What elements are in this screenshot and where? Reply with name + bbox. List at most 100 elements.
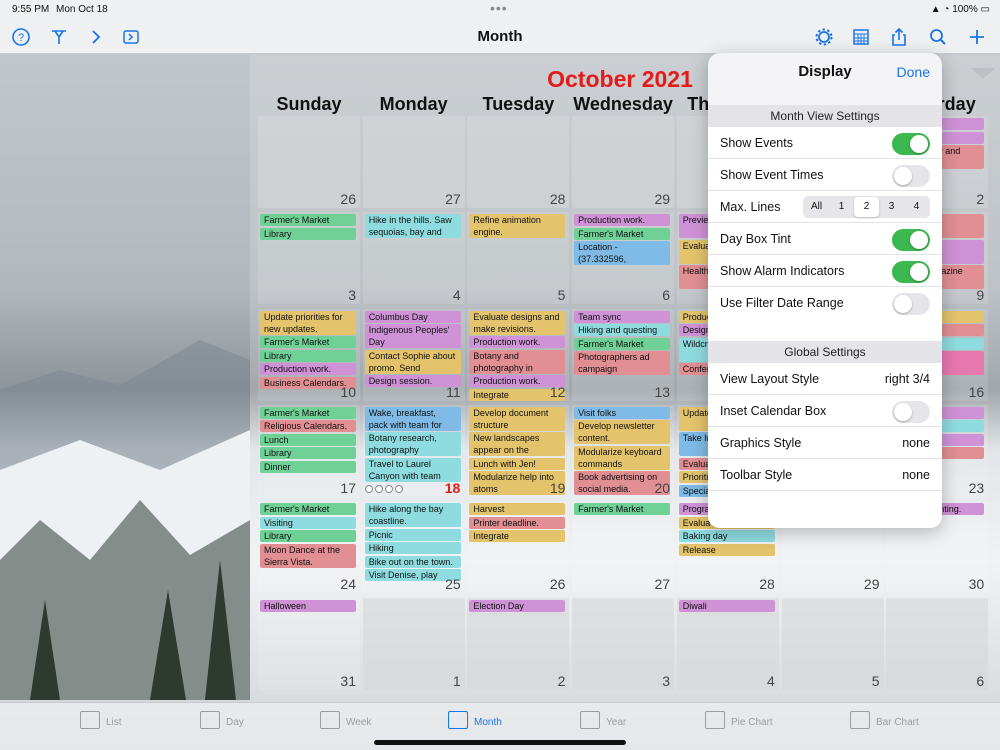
calendar-event[interactable]: Hiking (364, 542, 461, 555)
day-cell[interactable]: Wake, breakfast, pack with team for Botan… (362, 404, 465, 497)
day-cell[interactable]: 29 (572, 116, 675, 208)
share-icon[interactable] (888, 26, 910, 48)
gear-icon[interactable] (813, 26, 835, 48)
day-cell[interactable]: Hike in the hills. Saw sequoias, bay and… (362, 212, 465, 305)
calendar-event[interactable]: Visiting (260, 516, 356, 529)
calendar-event[interactable]: Farmer's Market (574, 337, 671, 350)
calendar-event[interactable]: Baking day (678, 530, 775, 543)
calendar-event[interactable]: Columbus Day (364, 310, 461, 323)
day-cell[interactable]: Production work. Farmer's Market Location … (572, 212, 675, 305)
max-lines-option[interactable]: 3 (879, 197, 904, 217)
max-lines-option[interactable]: 4 (904, 197, 929, 217)
day-cell[interactable]: Harvest Printer deadline. Integrate 26 (467, 501, 570, 594)
calendar-event[interactable]: Diwali (678, 599, 775, 612)
max-lines-option[interactable]: All (804, 197, 829, 217)
calendar-event[interactable]: Production work. (469, 336, 566, 349)
calendar-event[interactable]: Farmer's Market (260, 336, 356, 349)
calendar-event[interactable]: Travel to Laurel Canyon with team (364, 457, 461, 482)
calendar-event[interactable]: Election Day (469, 599, 566, 612)
calendar-event[interactable]: Team sync (574, 310, 671, 323)
day-cell[interactable]: Halloween 31 (258, 597, 360, 690)
day-cell[interactable]: Evaluate designs and make revisions. Prod… (467, 308, 570, 401)
day-cell[interactable]: 1 (362, 597, 465, 690)
calendar-event[interactable]: Hiking and questing (574, 324, 671, 337)
calendar-event[interactable]: Photographers ad campaign (574, 351, 671, 376)
calendar-event[interactable]: Lunch (260, 433, 356, 446)
dropdown-triangle-icon[interactable] (971, 68, 995, 79)
calendar-event[interactable]: Botany and photography in (469, 349, 566, 374)
calendar-event[interactable]: Farmer's Market (260, 214, 356, 227)
search-icon[interactable] (927, 26, 949, 48)
day-cell[interactable]: 27 (362, 116, 465, 208)
calendar-event[interactable]: Indigenous Peoples' Day (364, 324, 461, 349)
show-alarm-toggle[interactable] (892, 261, 930, 283)
toolbar-style-row[interactable]: Toolbar Style none (708, 459, 942, 491)
calendar-event[interactable]: Library (260, 349, 356, 362)
day-cell[interactable]: Refine animation engine. 5 (467, 212, 570, 305)
day-cell[interactable]: Team sync Hiking and questing Farmer's Mar… (572, 308, 675, 401)
show-event-times-toggle[interactable] (892, 165, 930, 187)
calendar-event[interactable]: Contact Sophie about promo. Send materia… (364, 349, 461, 374)
show-events-toggle[interactable] (892, 133, 930, 155)
toolbar-layout-icon[interactable] (48, 26, 70, 48)
day-cell[interactable]: 26 (258, 116, 360, 208)
day-cell[interactable]: Election Day 2 (467, 597, 570, 690)
max-lines-option[interactable]: 2 (854, 197, 879, 217)
sidebar-toggle-icon[interactable] (120, 26, 142, 48)
calendar-event[interactable]: Develop newsletter content. (574, 420, 671, 445)
day-cell[interactable]: 3 (572, 597, 675, 690)
calendar-event[interactable]: Dinner (260, 460, 356, 473)
max-lines-segmented-control[interactable]: All 1 2 3 4 (803, 196, 930, 218)
day-cell[interactable]: Farmer's Market 27 (572, 501, 675, 594)
day-cell[interactable]: Farmer's Market Visiting Library Moon Dance… (258, 501, 360, 594)
calendar-event[interactable]: Moon Dance at the Sierra Vista. (260, 543, 356, 568)
day-cell[interactable]: 28 (467, 116, 570, 208)
calendar-event[interactable]: Botany research, photography (364, 432, 461, 457)
view-layout-row[interactable]: View Layout Style right 3/4 (708, 363, 942, 395)
day-cell[interactable]: 5 (781, 597, 884, 690)
day-box-tint-toggle[interactable] (892, 229, 930, 251)
calendar-event[interactable]: Production work. (574, 214, 671, 227)
day-cell[interactable]: 6 (886, 597, 989, 690)
day-cell[interactable]: Visit folks Develop newsletter content. Mo… (572, 404, 675, 497)
day-cell[interactable]: Farmer's Market Library 3 (258, 212, 360, 305)
day-cell[interactable]: Develop document structure New landscapes… (467, 404, 570, 497)
calendar-event[interactable]: Refine animation engine. (469, 214, 566, 239)
day-cell[interactable]: Columbus Day Indigenous Peoples' Day Conta… (362, 308, 465, 401)
calendar-grid-icon[interactable] (850, 26, 872, 48)
done-button[interactable]: Done (897, 64, 930, 80)
calendar-event[interactable]: Library (260, 447, 356, 460)
calendar-event[interactable]: Modularize keyboard commands (574, 445, 671, 470)
calendar-event[interactable]: Printer deadline. (469, 516, 566, 529)
calendar-event[interactable]: Library (260, 530, 356, 543)
calendar-event[interactable]: Halloween (260, 599, 356, 612)
calendar-event[interactable]: Visit folks (574, 406, 671, 419)
calendar-event[interactable]: Farmer's Market (574, 227, 671, 240)
calendar-event[interactable]: Farmer's Market (260, 503, 356, 516)
calendar-event[interactable]: Evaluate designs and make revisions. (469, 310, 566, 335)
calendar-event[interactable]: Release (678, 543, 775, 556)
calendar-event[interactable]: Location - (37.332596, -122.030318) (574, 241, 671, 266)
max-lines-option[interactable]: 1 (829, 197, 854, 217)
calendar-event[interactable]: Farmer's Market (574, 503, 671, 516)
calendar-event[interactable]: Develop document structure (469, 406, 566, 431)
graphics-style-row[interactable]: Graphics Style none (708, 427, 942, 459)
calendar-event[interactable]: Picnic (364, 528, 461, 541)
calendar-event[interactable]: Wake, breakfast, pack with team for (364, 406, 461, 431)
calendar-event[interactable]: Update priorities for new updates. (260, 310, 356, 335)
day-cell[interactable]: Diwali 4 (676, 597, 779, 690)
calendar-event[interactable]: Hike in the hills. Saw sequoias, bay and (364, 214, 461, 239)
day-cell[interactable]: Update priorities for new updates. Farmer… (258, 308, 360, 401)
calendar-event[interactable]: Harvest (469, 503, 566, 516)
home-indicator[interactable] (374, 740, 626, 745)
calendar-event[interactable]: Bike out on the town. (364, 555, 461, 568)
inset-box-toggle[interactable] (892, 401, 930, 423)
calendar-event[interactable]: Hike along the bay coastline. (364, 503, 461, 528)
help-icon[interactable]: ? (10, 26, 32, 48)
multitasking-dots-icon[interactable]: ••• (490, 0, 508, 16)
day-cell[interactable]: Farmer's Market Religious Calendars. Lunch… (258, 404, 360, 497)
calendar-event[interactable]: New landscapes appear on the (469, 432, 566, 457)
calendar-event[interactable]: Library (260, 227, 356, 240)
calendar-event[interactable]: Religious Calendars. (260, 420, 356, 433)
calendar-event[interactable]: Integrate (469, 530, 566, 543)
